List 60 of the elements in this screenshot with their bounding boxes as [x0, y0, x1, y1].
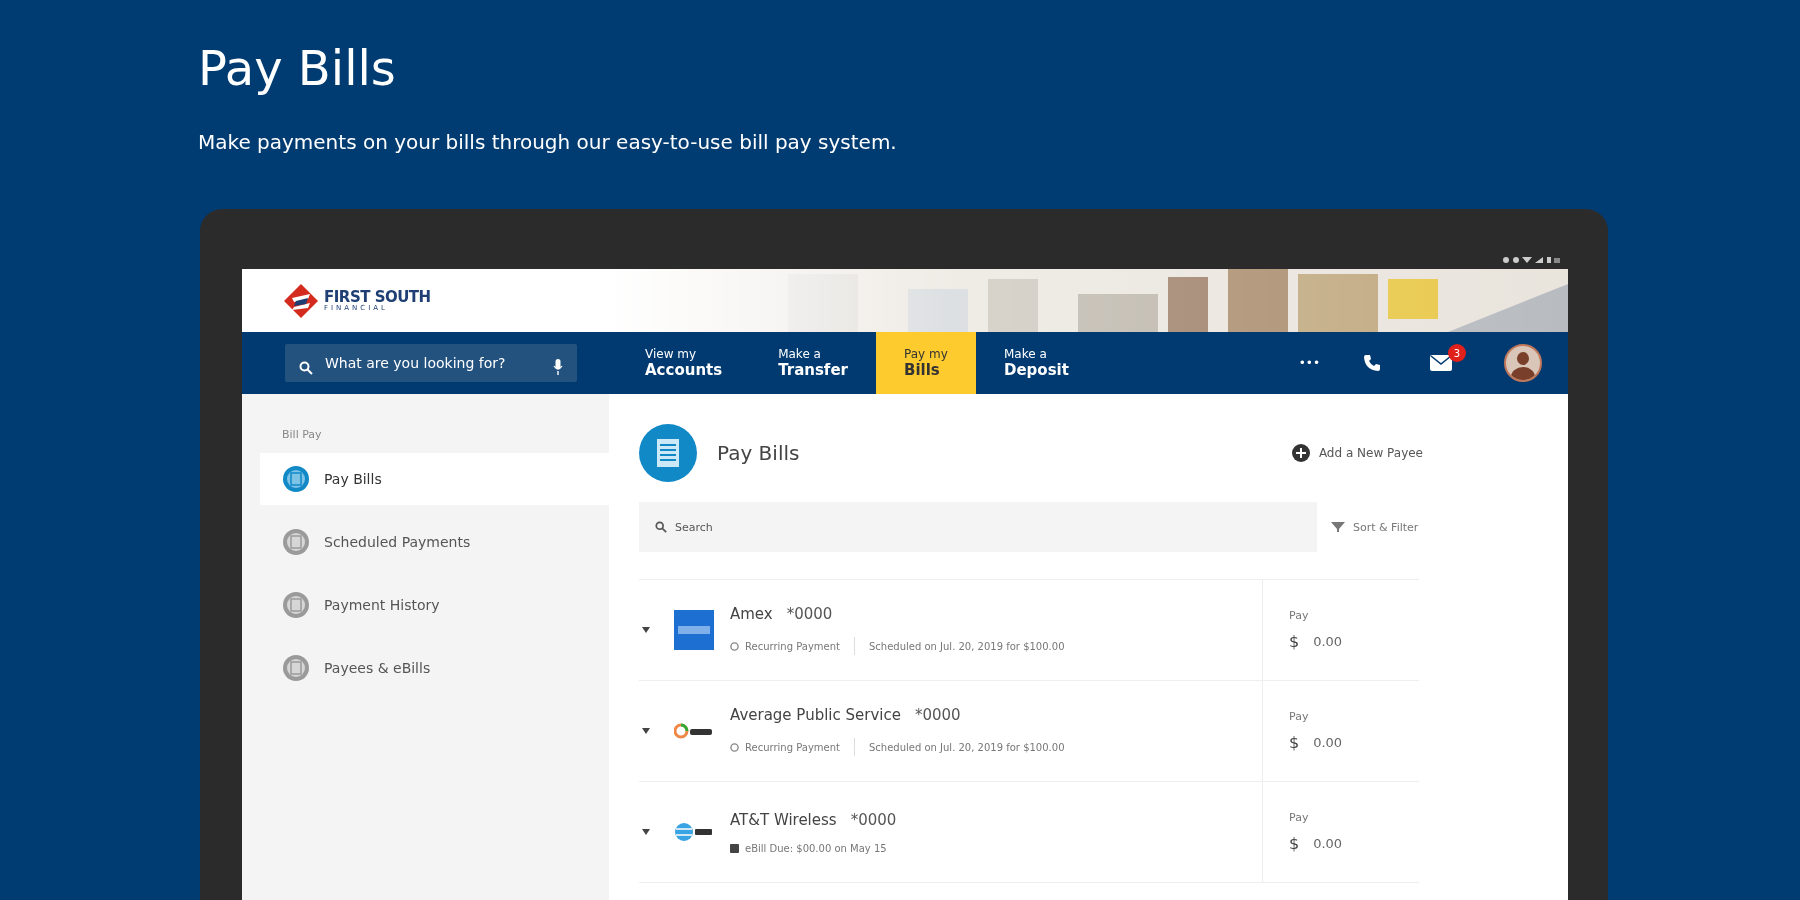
mail-icon[interactable] [1430, 355, 1452, 371]
schedule-text: Scheduled on Jul. 20, 2019 for $100.00 [868, 640, 1065, 652]
notification-badge: 3 [1448, 344, 1466, 362]
pay-label: Pay [1289, 811, 1310, 824]
document-icon [282, 528, 310, 556]
more-button[interactable]: ••• [1292, 355, 1326, 371]
filter-icon [1331, 522, 1345, 532]
account-number: *0000 [850, 810, 897, 829]
sidebar-item[interactable]: Pay Bills [260, 453, 609, 505]
add-payee-button[interactable]: Add a New Payee [1285, 443, 1429, 463]
sidebar-item[interactable]: Payees & eBills [260, 642, 609, 694]
payee-name: AT&T Wireless [730, 810, 837, 829]
expand-icon[interactable] [642, 627, 650, 633]
payee-name: Amex [730, 605, 773, 623]
page-title: Pay Bills [198, 40, 397, 96]
search-field[interactable]: Search [639, 502, 1317, 552]
sidebar-heading: Bill Pay [281, 428, 323, 441]
document-icon [282, 465, 310, 493]
card-logo-icon [674, 610, 714, 650]
payment-note: Recurring Payment [745, 741, 840, 753]
phone-icon[interactable] [1362, 353, 1382, 373]
sidebar-item[interactable]: Scheduled Payments [260, 516, 609, 568]
bill-icon [639, 424, 697, 482]
payee-name: Average Public Service [730, 706, 901, 724]
plus-icon [1291, 444, 1310, 462]
pay-label: Pay [1289, 710, 1310, 723]
search-icon [299, 361, 313, 375]
microphone-icon[interactable] [553, 359, 563, 375]
payment-note: Recurring Payment [745, 640, 840, 652]
payment-note: eBill Due: $00.00 on May 15 [745, 842, 887, 854]
document-icon [282, 654, 310, 682]
globe-logo-icon [674, 822, 714, 842]
avatar[interactable] [1504, 344, 1542, 382]
recurring-icon [730, 742, 739, 752]
schedule-text: Scheduled on Jul. 20, 2019 for $100.00 [868, 741, 1065, 753]
nav-tab[interactable]: Pay my Bills [875, 332, 976, 394]
recurring-icon [730, 641, 739, 651]
main-title: Pay Bills [717, 441, 800, 465]
sidebar-item[interactable]: Payment History [260, 579, 609, 631]
sort-filter-button[interactable]: Sort & Filter [1325, 519, 1425, 535]
page-subtitle: Make payments on your bills through our easy-to-use bill pay system. [198, 130, 898, 154]
search-field[interactable]: What are you looking for? [285, 344, 577, 382]
status-icons [1502, 256, 1562, 264]
account-number: *0000 [786, 605, 833, 623]
utility-logo-icon [674, 723, 714, 739]
document-icon [282, 591, 310, 619]
logo-icon [282, 281, 320, 320]
nav-tab[interactable]: Make a Transfer [750, 332, 876, 394]
account-number: *0000 [914, 706, 961, 724]
nav-tab[interactable]: Make a Deposit [975, 332, 1097, 394]
search-icon [655, 521, 667, 533]
expand-icon[interactable] [642, 829, 650, 835]
ebill-icon [730, 843, 739, 853]
logo-name: FIRST SOUTH [324, 289, 431, 305]
currency-symbol: $ [1289, 834, 1300, 853]
nav-tab[interactable]: View my Accounts [617, 332, 751, 394]
currency-symbol: $ [1289, 632, 1300, 651]
currency-symbol: $ [1289, 733, 1300, 752]
pay-label: Pay [1289, 609, 1310, 622]
expand-icon[interactable] [642, 728, 650, 734]
